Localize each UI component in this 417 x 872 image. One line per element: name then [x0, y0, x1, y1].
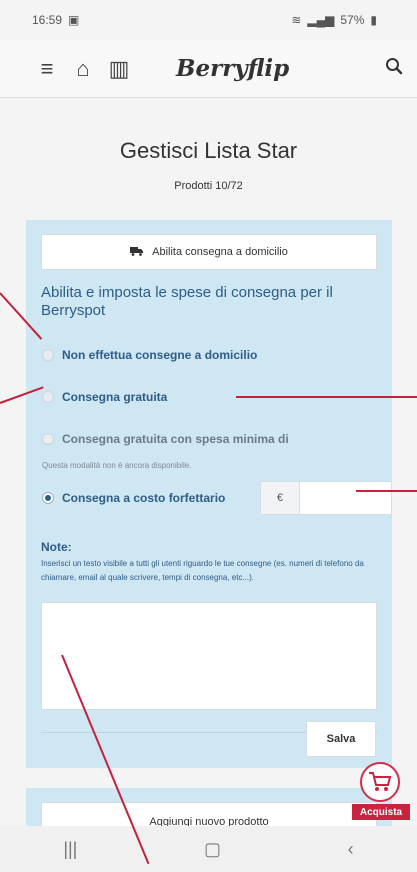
- option-no-delivery[interactable]: Non effettua consegne a domicilio: [42, 348, 257, 362]
- currency-symbol: €: [261, 482, 300, 514]
- option-free-delivery[interactable]: Consegna gratuita: [42, 390, 167, 404]
- annotation-line: [356, 490, 417, 492]
- option-label: Consegna gratuita: [62, 390, 168, 404]
- gallery-icon: ▣: [68, 13, 80, 27]
- cart-icon: [360, 762, 400, 802]
- page-title: Gestisci Lista Star: [119, 138, 298, 163]
- delivery-heading: Abilita e imposta le spese di consegna p…: [41, 284, 333, 319]
- home-button-icon[interactable]: ▢: [204, 839, 221, 860]
- back-icon[interactable]: ‹: [348, 839, 354, 860]
- option-free-min-spend[interactable]: Consegna gratuita con spesa minima di: [42, 432, 289, 446]
- save-button[interactable]: Salva: [306, 721, 376, 757]
- notes-help-text: Inserisci un testo visibile a tutti gli …: [41, 559, 364, 582]
- hamburger-menu-icon[interactable]: ≡: [36, 56, 58, 82]
- enable-delivery-label: Abilita consegna a domicilio: [152, 246, 288, 258]
- products-count: Prodotti 10/72: [174, 180, 243, 192]
- home-icon[interactable]: ⌂: [72, 56, 94, 82]
- shop-icon[interactable]: ▥: [108, 56, 130, 82]
- radio-button[interactable]: [42, 391, 54, 403]
- battery-icon: ▮: [370, 13, 377, 27]
- option-label: Non effettua consegne a domicilio: [62, 348, 258, 362]
- truck-icon: [130, 245, 144, 259]
- status-bar: 16:59 ▣ ≋ ▂▄▆ 57% ▮: [0, 0, 417, 40]
- status-battery: 57%: [340, 13, 365, 27]
- wifi-icon: ≋: [291, 13, 302, 27]
- android-nav-bar: ||| ▢ ‹: [0, 826, 417, 872]
- search-icon[interactable]: [385, 57, 403, 81]
- option-label: Consegna gratuita con spesa minima di: [62, 432, 289, 446]
- buy-label: Acquista: [352, 804, 410, 820]
- recent-apps-icon[interactable]: |||: [63, 839, 77, 860]
- logo[interactable]: Berryflip: [176, 55, 385, 82]
- notes-textarea[interactable]: [41, 602, 377, 710]
- option-label: Consegna a costo forfettario: [62, 491, 226, 505]
- annotation-line: [236, 396, 417, 398]
- signal-icon: ▂▄▆: [307, 13, 335, 27]
- status-time: 16:59: [32, 13, 63, 27]
- delivery-settings-panel: Abilita consegna a domicilio Abilita e i…: [26, 220, 392, 768]
- radio-button-checked[interactable]: [42, 492, 54, 504]
- notes-label: Note:: [41, 540, 72, 554]
- enable-delivery-button[interactable]: Abilita consegna a domicilio: [41, 234, 377, 270]
- flat-rate-input[interactable]: €: [260, 481, 392, 515]
- radio-button[interactable]: [42, 349, 54, 361]
- radio-button[interactable]: [42, 433, 54, 445]
- disabled-note: Questa modalità non è ancora disponibile…: [42, 461, 192, 470]
- buy-cart-badge[interactable]: Acquista: [352, 762, 410, 824]
- option-flat-rate[interactable]: Consegna a costo forfettario: [42, 491, 225, 505]
- app-header: ≡ ⌂ ▥ Berryflip: [0, 40, 417, 98]
